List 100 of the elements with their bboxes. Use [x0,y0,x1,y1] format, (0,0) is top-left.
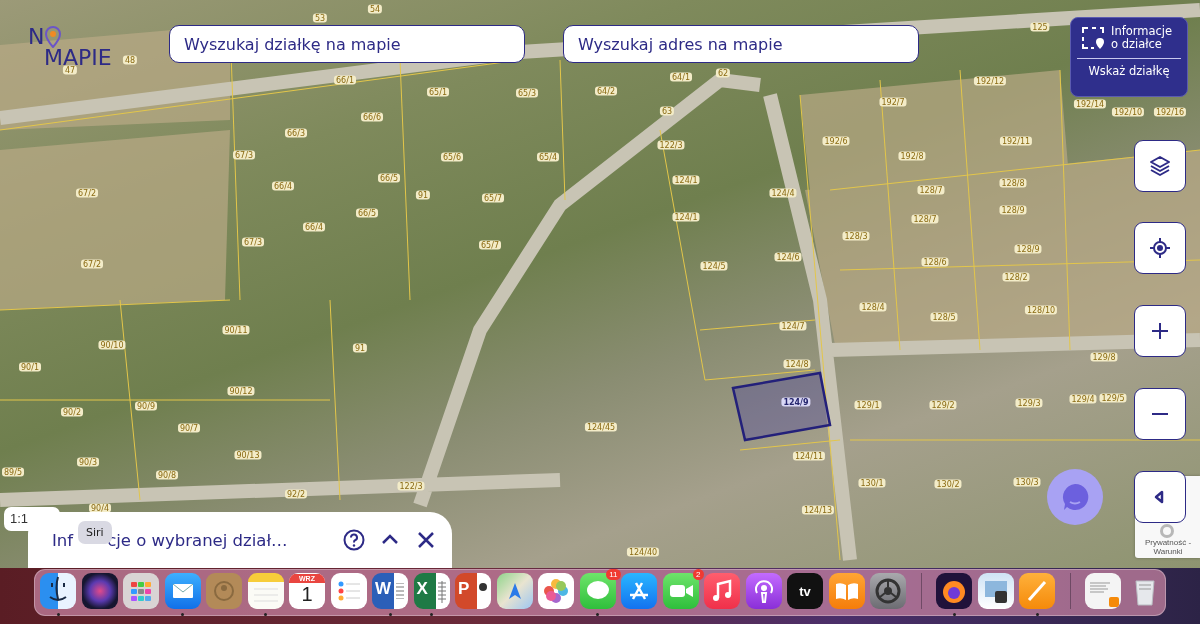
parcel-label: 65/4 [537,152,559,162]
notification-badge: 2 [693,569,704,580]
launchpad-icon[interactable] [123,573,159,609]
parcel-label: 122/3 [657,140,685,150]
parcel-label: 128/9 [999,205,1027,215]
parcel-label: 90/9 [135,401,157,411]
help-button[interactable] [342,528,366,552]
parcel-label: 90/3 [77,457,99,467]
panel-title: Informacje o działce [1111,25,1174,51]
parcel-label: 65/6 [441,152,463,162]
text-lines-icon [396,583,404,599]
logo-text: N [28,27,45,47]
zoom-out-button[interactable] [1134,388,1186,440]
parcel-label: 91 [415,190,431,200]
parcel-label: 129/1 [854,400,882,410]
parcel-label: 66/1 [334,75,356,85]
parcel-label: 124/6 [774,252,802,262]
zoom-in-button[interactable] [1134,305,1186,357]
gear-icon[interactable] [870,573,906,609]
parcel-pin-icon [1081,26,1105,50]
book-icon[interactable] [828,573,865,609]
parcel-label: 62 [715,68,731,78]
parcel-label: 53 [312,13,328,23]
firefox-icon[interactable] [936,573,972,609]
excel-icon[interactable]: X [413,573,450,609]
app-icon-text: X [416,579,428,599]
layers-icon [1148,154,1172,178]
word-icon[interactable]: W [372,573,408,609]
parcel-label: 65/7 [482,193,504,203]
parcel-label: 90/13 [234,450,262,460]
powerpoint-icon[interactable]: P [455,573,491,609]
select-parcel-button[interactable]: Wskaż działkę [1088,64,1170,78]
parcel-label: 122/3 [397,481,425,491]
parcel-label: 124/4 [769,188,797,198]
location-pin-icon [45,26,62,48]
pen-icon[interactable] [1019,573,1055,609]
parcel-label: 67/2 [76,188,98,198]
parcel-label: 66/5 [356,208,378,218]
parcel-label: 124/5 [700,261,728,271]
parcel-label: 129/8 [1090,352,1118,362]
search-field[interactable]: Wyszukaj działkę na mapie [169,25,525,63]
parcel-label: 124/11 [792,451,826,461]
selected-parcel-outline[interactable] [731,371,832,442]
parcel-label: 124/8 [783,359,811,369]
parcel-label: 90/10 [98,340,126,350]
parcel-label: 90/11 [222,325,250,335]
notes-icon[interactable] [247,573,284,609]
parcel-label: 63 [659,106,675,116]
parcel-label: 192/12 [973,76,1007,86]
photos-icon[interactable] [538,573,574,609]
parcel-label: 47 [62,65,78,75]
document-thumbnail-icon[interactable] [1085,573,1121,609]
help-icon [342,528,366,552]
search-field[interactable]: Wyszukaj adres na mapie [563,25,919,63]
parcel-label: 66/3 [285,128,307,138]
video-camera-icon[interactable] [662,573,699,609]
siri-icon[interactable] [81,573,118,609]
parcel-label: 66/5 [378,173,400,183]
parcel-label: 128/5 [930,312,958,322]
parcel-label: 64/1 [670,72,692,82]
parcel-label: 67/3 [242,237,264,247]
app-store-icon[interactable] [621,573,657,609]
parcel-label: 128/2 [1002,272,1030,282]
recaptcha-logo-icon [1160,524,1174,538]
mail-icon[interactable] [164,573,201,609]
maps-icon[interactable] [496,573,533,609]
reminders-icon[interactable] [330,573,367,609]
podcast-icon[interactable] [745,573,782,609]
parcel-label: 124/1 [672,212,700,222]
parcel-label: 124/9 [781,397,811,407]
parcel-label: 129/4 [1069,394,1097,404]
music-note-icon[interactable] [704,573,740,609]
locate-button[interactable] [1134,222,1186,274]
parcel-label: 192/10 [1111,107,1145,117]
finder-icon[interactable] [40,573,76,609]
preview-icon[interactable] [977,573,1014,609]
parcel-label: 66/4 [272,181,294,191]
tv-icon[interactable]: tv [787,573,823,609]
parcel-label: 90/7 [178,423,200,433]
parcel-label: 124/40 [626,547,660,557]
parcel-label: 128/8 [999,178,1027,188]
parcel-label: 65/7 [479,240,501,250]
parcel-label: 90/1 [19,362,41,372]
layers-button[interactable] [1134,140,1186,192]
panel-title: Inf [52,530,74,550]
parcel-label: 54 [367,4,383,14]
parcel-label: 124/13 [801,505,835,515]
app-icon-text: tv [799,583,811,599]
parcel-label: 128/4 [859,302,887,312]
messages-icon[interactable] [579,573,616,609]
collapse-button[interactable] [1134,471,1186,523]
parcel-label: 124/45 [584,422,618,432]
calendar-day: 1 [289,583,325,606]
parcel-label: 66/6 [361,112,383,122]
parcel-label: 192/14 [1073,99,1107,109]
parcel-label: 67/3 [233,150,255,160]
parcel-label: 89/5 [2,467,24,477]
parcel-label: 65/1 [427,87,449,97]
parcel-label: 130/3 [1013,477,1041,487]
parcel-label: 130/2 [934,479,962,489]
